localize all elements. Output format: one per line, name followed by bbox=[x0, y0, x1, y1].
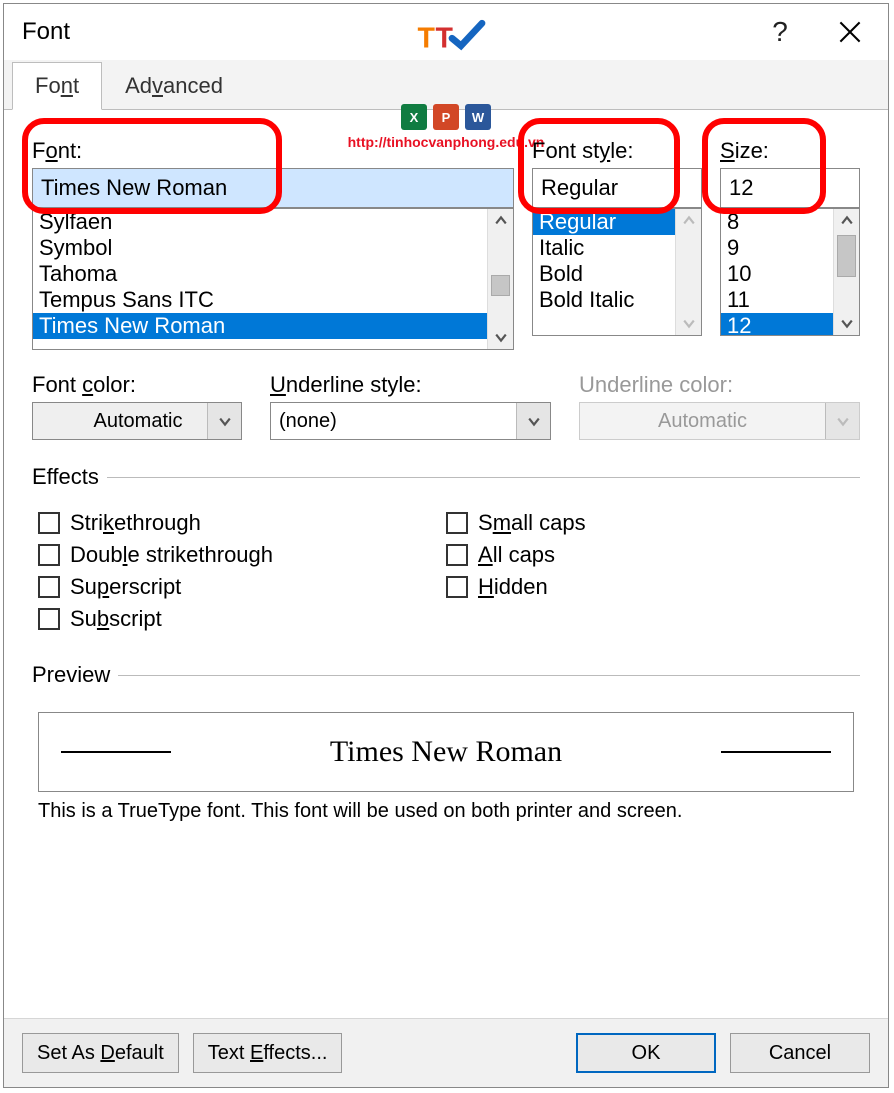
strikethrough-checkbox[interactable]: Strikethrough bbox=[38, 510, 446, 536]
list-item[interactable]: 11 bbox=[721, 287, 833, 313]
style-list[interactable]: Regular Italic Bold Bold Italic bbox=[532, 208, 702, 336]
preview-desc: This is a TrueType font. This font will … bbox=[38, 800, 854, 823]
scroll-up-icon[interactable] bbox=[676, 209, 701, 233]
preview-line-right bbox=[721, 751, 831, 753]
fontcolor-label: Font color: bbox=[32, 372, 242, 398]
scrollbar[interactable] bbox=[833, 209, 859, 335]
content-area: Font: Sylfaen Symbol Tahoma Tempus Sans … bbox=[4, 110, 888, 833]
scroll-up-icon[interactable] bbox=[488, 209, 513, 233]
size-label: Size: bbox=[720, 138, 860, 164]
effects-legend: Effects bbox=[32, 464, 107, 490]
list-item[interactable]: Regular bbox=[533, 209, 675, 235]
tab-font[interactable]: Font bbox=[12, 62, 102, 110]
titlebar: Font ? bbox=[4, 4, 888, 60]
list-item[interactable]: Sylfaen bbox=[33, 209, 487, 235]
ulcolor-combo: Automatic bbox=[579, 402, 860, 440]
list-item[interactable]: Times New Roman bbox=[33, 313, 487, 339]
list-item[interactable]: Symbol bbox=[33, 235, 487, 261]
smallcaps-checkbox[interactable]: Small caps bbox=[446, 510, 854, 536]
style-input[interactable] bbox=[532, 168, 702, 208]
list-item[interactable]: Tahoma bbox=[33, 261, 487, 287]
fontcolor-combo[interactable]: Automatic bbox=[32, 402, 242, 440]
double-strikethrough-checkbox[interactable]: Double strikethrough bbox=[38, 542, 446, 568]
ulstyle-label: Underline style: bbox=[270, 372, 551, 398]
scroll-thumb[interactable] bbox=[491, 275, 510, 295]
scroll-up-icon[interactable] bbox=[834, 209, 859, 233]
font-list[interactable]: Sylfaen Symbol Tahoma Tempus Sans ITC Ti… bbox=[32, 208, 514, 350]
scrollbar[interactable] bbox=[487, 209, 513, 349]
font-input[interactable] bbox=[32, 168, 514, 208]
text-effects-button[interactable]: Text Effects... bbox=[193, 1033, 343, 1073]
list-item[interactable]: Bold Italic bbox=[533, 287, 675, 313]
preview-box: Times New Roman bbox=[38, 712, 854, 792]
ulcolor-label: Underline color: bbox=[579, 372, 860, 398]
effects-group: Effects Strikethrough Double strikethrou… bbox=[32, 464, 860, 638]
list-item[interactable]: Tempus Sans ITC bbox=[33, 287, 487, 313]
chevron-down-icon[interactable] bbox=[207, 403, 241, 439]
size-input[interactable] bbox=[720, 168, 860, 208]
scroll-thumb[interactable] bbox=[837, 235, 856, 277]
list-item[interactable]: Italic bbox=[533, 235, 675, 261]
list-item[interactable]: Bold bbox=[533, 261, 675, 287]
chevron-down-icon[interactable] bbox=[516, 403, 550, 439]
ulstyle-combo[interactable]: (none) bbox=[270, 402, 551, 440]
font-dialog: Font ? T T X P W http://tinhocvanphong.e… bbox=[3, 3, 889, 1088]
font-label: Font: bbox=[32, 138, 514, 164]
scroll-down-icon[interactable] bbox=[834, 311, 859, 335]
scrollbar[interactable] bbox=[675, 209, 701, 335]
close-button[interactable] bbox=[824, 12, 876, 52]
tab-strip: Font Advanced bbox=[4, 60, 888, 110]
footer: Set As Default Text Effects... OK Cancel bbox=[4, 1018, 888, 1087]
ok-button[interactable]: OK bbox=[576, 1033, 716, 1073]
list-item[interactable]: 8 bbox=[721, 209, 833, 235]
set-default-button[interactable]: Set As Default bbox=[22, 1033, 179, 1073]
preview-group: Preview Times New Roman This is a TrueTy… bbox=[32, 662, 860, 823]
dialog-title: Font bbox=[22, 18, 754, 46]
list-item[interactable]: 10 bbox=[721, 261, 833, 287]
size-list[interactable]: 8 9 10 11 12 bbox=[720, 208, 860, 336]
preview-sample: Times New Roman bbox=[183, 735, 709, 769]
allcaps-checkbox[interactable]: All caps bbox=[446, 542, 854, 568]
superscript-checkbox[interactable]: Superscript bbox=[38, 574, 446, 600]
list-item[interactable]: 9 bbox=[721, 235, 833, 261]
tab-advanced[interactable]: Advanced bbox=[102, 62, 246, 110]
style-label: Font style: bbox=[532, 138, 702, 164]
list-item[interactable]: 12 bbox=[721, 313, 833, 335]
cancel-button[interactable]: Cancel bbox=[730, 1033, 870, 1073]
preview-line-left bbox=[61, 751, 171, 753]
scroll-down-icon[interactable] bbox=[676, 311, 701, 335]
hidden-checkbox[interactable]: Hidden bbox=[446, 574, 854, 600]
chevron-down-icon bbox=[825, 403, 859, 439]
preview-legend: Preview bbox=[32, 662, 118, 688]
scroll-down-icon[interactable] bbox=[488, 325, 513, 349]
subscript-checkbox[interactable]: Subscript bbox=[38, 606, 446, 632]
help-button[interactable]: ? bbox=[754, 12, 806, 52]
